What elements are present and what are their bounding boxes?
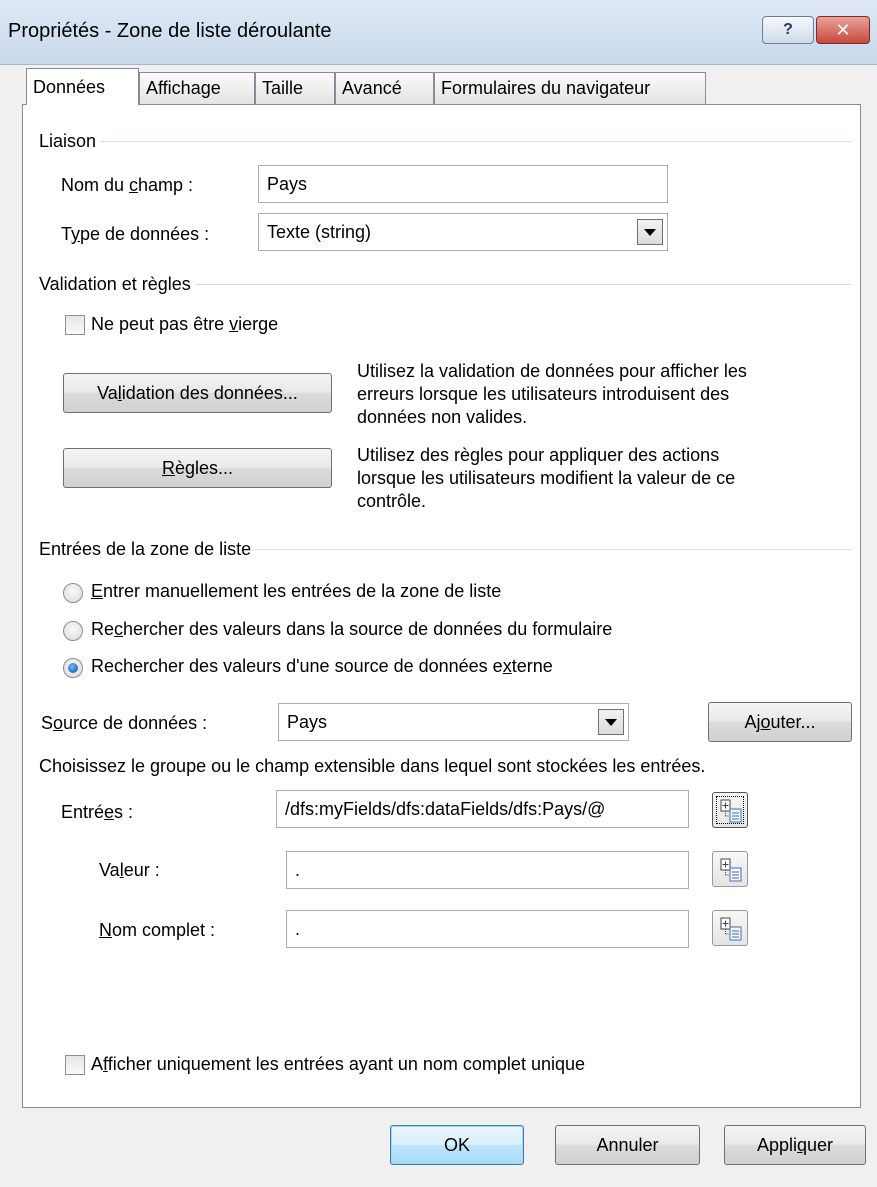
title-bar: Propriétés - Zone de liste déroulante ? …	[0, 0, 877, 65]
tab-label: Avancé	[342, 78, 402, 98]
data-source-combobox[interactable]: Pays	[278, 703, 629, 741]
value-xpath-picker-button[interactable]	[712, 851, 748, 887]
ok-label: OK	[443, 1134, 470, 1155]
data-type-value: Texte (string)	[267, 221, 372, 242]
tab-formulaires-navigateur[interactable]: Formulaires du navigateur	[434, 72, 706, 104]
tab-affichage[interactable]: Affichage	[139, 72, 255, 104]
value-label: Valeur :	[99, 860, 160, 880]
xpath-picker-icon	[720, 917, 742, 941]
tab-label: Données	[33, 76, 106, 97]
tab-label: Formulaires du navigateur	[441, 78, 651, 98]
data-source-value: Pays	[287, 711, 328, 732]
radio-form-data-source[interactable]	[63, 621, 83, 641]
help-button[interactable]: ?	[762, 16, 814, 44]
display-name-label: Nom complet :	[99, 920, 216, 940]
close-button[interactable]: ✕	[816, 16, 870, 44]
rules-description: Utilisez des règles pour appliquer des a…	[357, 445, 736, 511]
close-icon: ✕	[835, 19, 851, 40]
tab-avance[interactable]: Avancé	[335, 72, 434, 104]
field-name-label: Nom du champ :	[61, 175, 194, 195]
ok-button[interactable]: OK	[390, 1125, 524, 1165]
data-source-label: Source de données :	[41, 713, 208, 733]
display-name-value: .	[295, 918, 301, 939]
rules-button[interactable]: Règles...	[63, 448, 332, 488]
data-type-label: Type de données :	[61, 224, 210, 244]
entries-xpath-picker-button[interactable]	[712, 792, 748, 828]
chevron-down-icon[interactable]	[637, 219, 663, 245]
section-title: Validation et règles	[39, 273, 191, 294]
entries-label: Entrées :	[61, 802, 134, 822]
cannot-be-blank-checkbox[interactable]	[65, 315, 85, 335]
tab-panel-donnees: Liaison Nom du champ : Pays Type de donn…	[22, 104, 861, 1108]
tab-donnees[interactable]: Données	[26, 68, 139, 105]
cannot-be-blank-label: Ne peut pas être vierge	[91, 314, 279, 334]
unique-display-name-label: Afficher uniquement les entrées ayant un…	[91, 1054, 585, 1074]
entries-value: /dfs:myFields/dfs:dataFields/dfs:Pays/@	[285, 798, 606, 819]
section-list-entries: Entrées de la zone de liste	[39, 538, 851, 560]
data-validation-button[interactable]: Va l idation des données...	[63, 373, 332, 413]
apply-button[interactable]: Appli q uer	[724, 1125, 866, 1165]
radio-external-label: Rechercher des valeurs d'une source de d…	[91, 656, 553, 676]
field-name-input[interactable]: Pays	[258, 165, 668, 203]
radio-manual-label: Entrer manuellement les entrées de la zo…	[91, 581, 502, 601]
add-data-source-button[interactable]: Aj o uter...	[708, 702, 852, 742]
window-title: Propriétés - Zone de liste déroulante	[8, 20, 332, 42]
field-name-value: Pays	[267, 173, 308, 194]
section-liaison: Liaison	[39, 130, 851, 152]
chevron-down-icon[interactable]	[598, 709, 624, 735]
section-validation: Validation et règles	[39, 273, 851, 295]
display-name-xpath-picker-button[interactable]	[712, 910, 748, 946]
data-validation-description: Utilisez la validation de données pour a…	[357, 361, 747, 427]
data-type-combobox[interactable]: Texte (string)	[258, 213, 668, 251]
xpath-picker-icon	[720, 858, 742, 882]
section-title: Entrées de la zone de liste	[39, 538, 252, 559]
radio-external-data-source[interactable]	[63, 658, 83, 678]
cancel-button[interactable]: Annuler	[555, 1125, 700, 1165]
help-icon: ?	[783, 21, 793, 38]
unique-display-name-checkbox[interactable]	[65, 1055, 85, 1075]
display-name-xpath-input[interactable]: .	[286, 910, 689, 948]
value-value: .	[295, 859, 301, 880]
entries-xpath-input[interactable]: /dfs:myFields/dfs:dataFields/dfs:Pays/@	[276, 790, 689, 828]
cancel-label: Annuler	[596, 1134, 659, 1155]
radio-manual-entries[interactable]	[63, 583, 83, 603]
radio-form-label: Rechercher des valeurs dans la source de…	[91, 619, 613, 639]
entries-hint: Choisissez le groupe ou le champ extensi…	[39, 756, 706, 776]
tab-label: Affichage	[146, 78, 221, 98]
xpath-picker-icon	[720, 799, 742, 823]
value-xpath-input[interactable]: .	[286, 851, 689, 889]
section-title: Liaison	[39, 130, 97, 151]
tab-label: Taille	[262, 78, 304, 98]
tab-taille[interactable]: Taille	[255, 72, 335, 104]
